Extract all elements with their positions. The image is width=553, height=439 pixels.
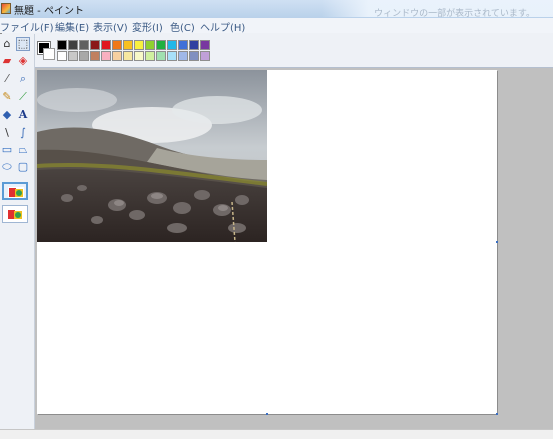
transparent-selection-option[interactable] [2, 205, 28, 223]
canvas-resize-handle-bottom[interactable] [266, 413, 268, 415]
opaque-selection-icon [8, 187, 24, 198]
color-swatch[interactable] [156, 40, 166, 50]
color-swatch[interactable] [156, 51, 166, 61]
color-swatch[interactable] [57, 51, 67, 61]
color-swatch[interactable] [57, 40, 67, 50]
background-color[interactable] [43, 48, 55, 60]
menu-file[interactable]: ファイル(F) [0, 19, 54, 34]
color-swatch[interactable] [167, 51, 177, 61]
text-icon[interactable]: A [16, 108, 30, 122]
color-swatch[interactable] [68, 51, 78, 61]
color-swatch[interactable] [112, 51, 122, 61]
magnifier-icon[interactable]: ⌕ [16, 72, 30, 86]
color-swatch[interactable] [90, 40, 100, 50]
menu-colors[interactable]: 色(C) [170, 19, 195, 34]
color-picker-icon[interactable]: ⁄ [0, 72, 14, 86]
color-swatch[interactable] [145, 40, 155, 50]
ellipse-icon[interactable]: ⬭ [0, 160, 14, 174]
airbrush-icon[interactable]: ◆ [0, 108, 14, 122]
color-swatch[interactable] [68, 40, 78, 50]
brush-icon[interactable]: ⟋ [16, 90, 30, 104]
menu-edit[interactable]: 編集(E) [55, 19, 89, 34]
canvas-resize-handle-right[interactable] [496, 241, 498, 243]
rounded-rect-icon[interactable]: ▢ [16, 160, 30, 174]
canvas-resize-handle-corner[interactable] [496, 413, 498, 415]
title-bar-glow: ウィンドウの一部が表示されています。 [322, 0, 553, 17]
eraser-icon[interactable]: ▰ [0, 54, 14, 68]
color-swatch[interactable] [79, 51, 89, 61]
color-swatch[interactable] [200, 51, 210, 61]
color-swatch[interactable] [145, 51, 155, 61]
free-select-icon[interactable]: ⌂ [0, 37, 14, 51]
color-swatch[interactable] [123, 40, 133, 50]
rectangle-icon[interactable]: ▭ [0, 143, 14, 157]
color-swatch[interactable] [200, 40, 210, 50]
rect-select-icon[interactable]: ⬚ [16, 37, 30, 51]
color-swatch[interactable] [178, 40, 188, 50]
color-swatch[interactable] [101, 40, 111, 50]
color-swatch[interactable] [90, 51, 100, 61]
color-swatch[interactable] [134, 40, 144, 50]
color-swatch[interactable] [123, 51, 133, 61]
transparent-selection-icon [8, 210, 22, 219]
color-swatch[interactable] [167, 40, 177, 50]
paint-app-icon [1, 3, 11, 14]
line-icon[interactable]: \ [0, 126, 14, 140]
toolbox: ⌂ ⬚ ▰ ◈ ⁄ ⌕ ✎ ⟋ ◆ A \ ∫ ▭ ⏢ ⬭ ▢ [0, 34, 35, 429]
color-swatch[interactable] [134, 51, 144, 61]
color-swatch[interactable] [189, 51, 199, 61]
color-swatch[interactable] [101, 51, 111, 61]
color-swatch[interactable] [178, 51, 188, 61]
menu-help[interactable]: ヘルプ(H) [200, 19, 245, 34]
color-swatch[interactable] [189, 40, 199, 50]
menu-image[interactable]: 変形(I) [132, 19, 163, 34]
menu-view[interactable]: 表示(V) [93, 19, 128, 34]
mountain-landscape-image [37, 70, 267, 242]
background-window-text: ウィンドウの一部が表示されています。 [374, 9, 535, 17]
title-bar: 無題 - ペイント ウィンドウの一部が表示されています。 [0, 0, 553, 19]
fill-bucket-icon[interactable]: ◈ [16, 54, 30, 68]
curve-icon[interactable]: ∫ [16, 126, 30, 140]
menu-bar: ファイル(F) 編集(E) 表示(V) 変形(I) 色(C) ヘルプ(H) [0, 18, 553, 34]
opaque-selection-option[interactable] [2, 182, 28, 200]
polygon-icon[interactable]: ⏢ [16, 143, 30, 157]
pasted-photo [37, 70, 267, 242]
color-swatch[interactable] [79, 40, 89, 50]
color-swatch[interactable] [112, 40, 122, 50]
window-title: 無題 - ペイント [14, 6, 84, 17]
pencil-icon[interactable]: ✎ [0, 90, 14, 104]
